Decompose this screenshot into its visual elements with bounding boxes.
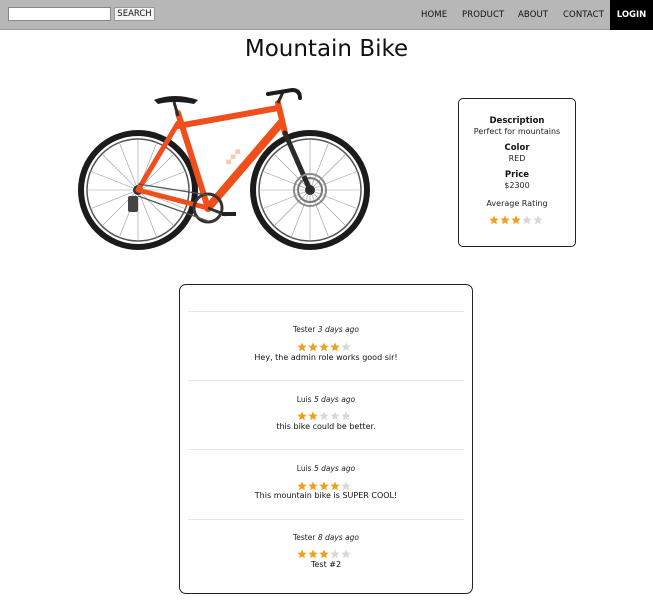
star-icon xyxy=(319,411,329,421)
star-icon xyxy=(330,481,340,491)
star-icon xyxy=(341,549,351,559)
top-nav-bar: SEARCH HOME PRODUCT ABOUT CONTACT LOGIN xyxy=(0,0,653,30)
review-time: 5 days ago xyxy=(313,395,356,404)
description-value: Perfect for mountains xyxy=(473,127,561,136)
page-title: Mountain Bike xyxy=(244,36,409,62)
review-author: Luis xyxy=(296,464,312,473)
handlebar xyxy=(266,88,302,100)
review-time: 5 days ago xyxy=(313,464,356,473)
star-icon xyxy=(297,342,307,352)
star-icon xyxy=(319,342,329,352)
review-header: Luis 5 days ago xyxy=(180,464,472,473)
review-time: 3 days ago xyxy=(317,325,360,334)
star-icon xyxy=(341,411,351,421)
star-icon xyxy=(522,215,532,225)
review-divider xyxy=(188,380,464,381)
star-icon xyxy=(319,481,329,491)
star-icon xyxy=(308,481,318,491)
star-icon xyxy=(297,411,307,421)
bicycle-image: ◆◆◆ xyxy=(78,88,370,250)
search-input[interactable] xyxy=(8,7,111,21)
review-rating-stars xyxy=(297,549,351,559)
nav-product-link[interactable]: PRODUCT xyxy=(462,0,504,30)
star-icon xyxy=(533,215,543,225)
star-icon xyxy=(511,215,521,225)
star-icon xyxy=(330,342,340,352)
star-icon xyxy=(489,215,499,225)
review-text: this bike could be better. xyxy=(276,422,376,431)
review-rating-stars xyxy=(297,481,351,491)
reviews-card: Tester 3 days ago Hey, the admin role wo… xyxy=(179,284,473,594)
review-text: Test #2 xyxy=(310,560,342,569)
review-author: Tester xyxy=(292,325,316,334)
star-icon xyxy=(319,549,329,559)
price-label: Price xyxy=(504,170,530,180)
star-icon xyxy=(308,411,318,421)
review-time: 8 days ago xyxy=(317,533,360,542)
review-header: Tester 8 days ago xyxy=(180,533,472,542)
review-author: Luis xyxy=(296,395,312,404)
description-label: Description xyxy=(489,116,545,126)
review-header: Luis 5 days ago xyxy=(180,395,472,404)
average-rating-label: Average Rating xyxy=(486,199,548,208)
star-icon xyxy=(308,342,318,352)
review-text: This mountain bike is SUPER COOL! xyxy=(254,491,398,500)
nav-home-link[interactable]: HOME xyxy=(421,0,447,30)
review-divider xyxy=(188,449,464,450)
nav-contact-link[interactable]: CONTACT xyxy=(563,0,604,30)
star-icon xyxy=(308,549,318,559)
nav-about-link[interactable]: ABOUT xyxy=(518,0,548,30)
review-divider xyxy=(188,311,464,312)
rear-derailleur xyxy=(128,196,138,212)
seat-post xyxy=(172,101,180,117)
star-icon xyxy=(297,481,307,491)
star-icon xyxy=(297,549,307,559)
review-text: Hey, the admin role works good sir! xyxy=(254,353,398,362)
search-button[interactable]: SEARCH xyxy=(114,7,155,21)
color-label: Color xyxy=(504,143,530,153)
review-author: Tester xyxy=(292,533,316,542)
average-rating-stars xyxy=(489,215,543,225)
star-icon xyxy=(341,342,351,352)
star-icon xyxy=(500,215,510,225)
login-button[interactable]: LOGIN xyxy=(610,0,653,30)
saddle xyxy=(154,96,198,104)
price-value: $2300 xyxy=(504,181,530,190)
review-divider xyxy=(188,519,464,520)
review-rating-stars xyxy=(297,342,351,352)
color-value: RED xyxy=(508,154,526,163)
star-icon xyxy=(330,549,340,559)
review-rating-stars xyxy=(297,411,351,421)
product-info-card: Description Perfect for mountains Color … xyxy=(458,98,576,247)
star-icon xyxy=(330,411,340,421)
review-header: Tester 3 days ago xyxy=(180,325,472,334)
star-icon xyxy=(341,481,351,491)
